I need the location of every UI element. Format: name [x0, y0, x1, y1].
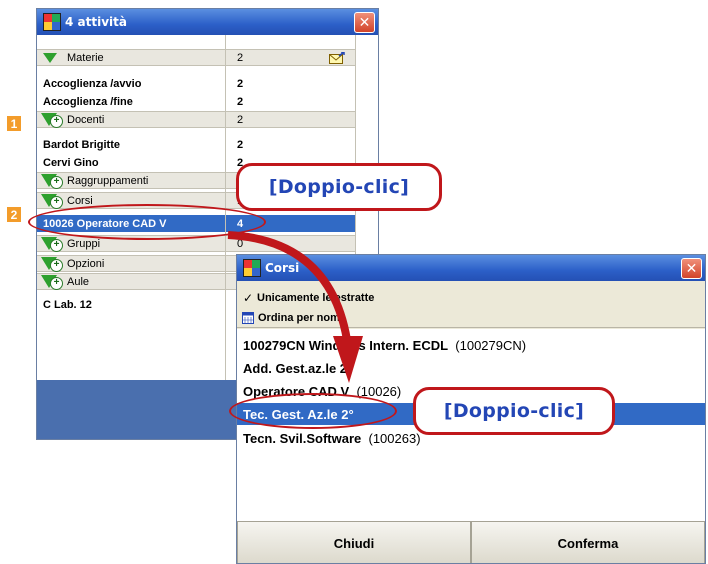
close-icon[interactable]: ✕: [681, 258, 702, 279]
button-bar: Chiudi Conferma: [237, 521, 705, 563]
close-button[interactable]: Chiudi: [237, 521, 471, 563]
step-marker-2: 2: [7, 207, 21, 222]
expand-plus-icon: +: [41, 275, 63, 290]
section-materie[interactable]: Materie 2: [37, 49, 355, 66]
list-item[interactable]: Bardot Brigitte 2: [37, 136, 355, 153]
close-icon[interactable]: ✕: [354, 12, 375, 33]
expand-plus-icon: +: [41, 257, 63, 272]
courses-titlebar[interactable]: Corsi ✕: [237, 255, 705, 281]
expand-plus-icon: +: [41, 194, 63, 209]
option-only-extracted[interactable]: ✓ Unicamente le estratte: [237, 289, 705, 307]
window-title: 4 attività: [65, 15, 127, 29]
option-sort-by-name[interactable]: Ordina per nome: [237, 309, 705, 328]
expand-plus-icon: +: [41, 174, 63, 189]
list-item[interactable]: Accoglienza /fine 2: [37, 93, 355, 110]
callout-doppio-clic: [Doppio-clic]: [236, 163, 442, 211]
app-icon: [43, 13, 61, 31]
list-item[interactable]: Add. Gest.az.le 2°: [237, 358, 705, 378]
highlight-ellipse: [28, 204, 266, 240]
green-triangle-icon: [43, 53, 57, 63]
checkbox-checked-icon[interactable]: ✓: [243, 291, 253, 305]
callout-doppio-clic: [Doppio-clic]: [413, 387, 615, 435]
mail-icon: [329, 52, 345, 64]
activities-titlebar[interactable]: 4 attività ✕: [37, 9, 378, 35]
app-icon: [243, 259, 261, 277]
expand-plus-icon: +: [41, 237, 63, 252]
list-item[interactable]: Accoglienza /avvio 2: [37, 75, 355, 92]
calendar-icon: [242, 312, 254, 324]
step-marker-1: 1: [7, 116, 21, 131]
highlight-ellipse: [229, 393, 397, 429]
list-item[interactable]: 100279CN Windows Intern. ECDL (100279CN): [237, 335, 705, 355]
expand-plus-icon: +: [41, 113, 63, 128]
confirm-button[interactable]: Conferma: [471, 521, 705, 563]
section-docenti[interactable]: + Docenti 2: [37, 111, 355, 128]
dialog-title: Corsi: [265, 261, 300, 275]
